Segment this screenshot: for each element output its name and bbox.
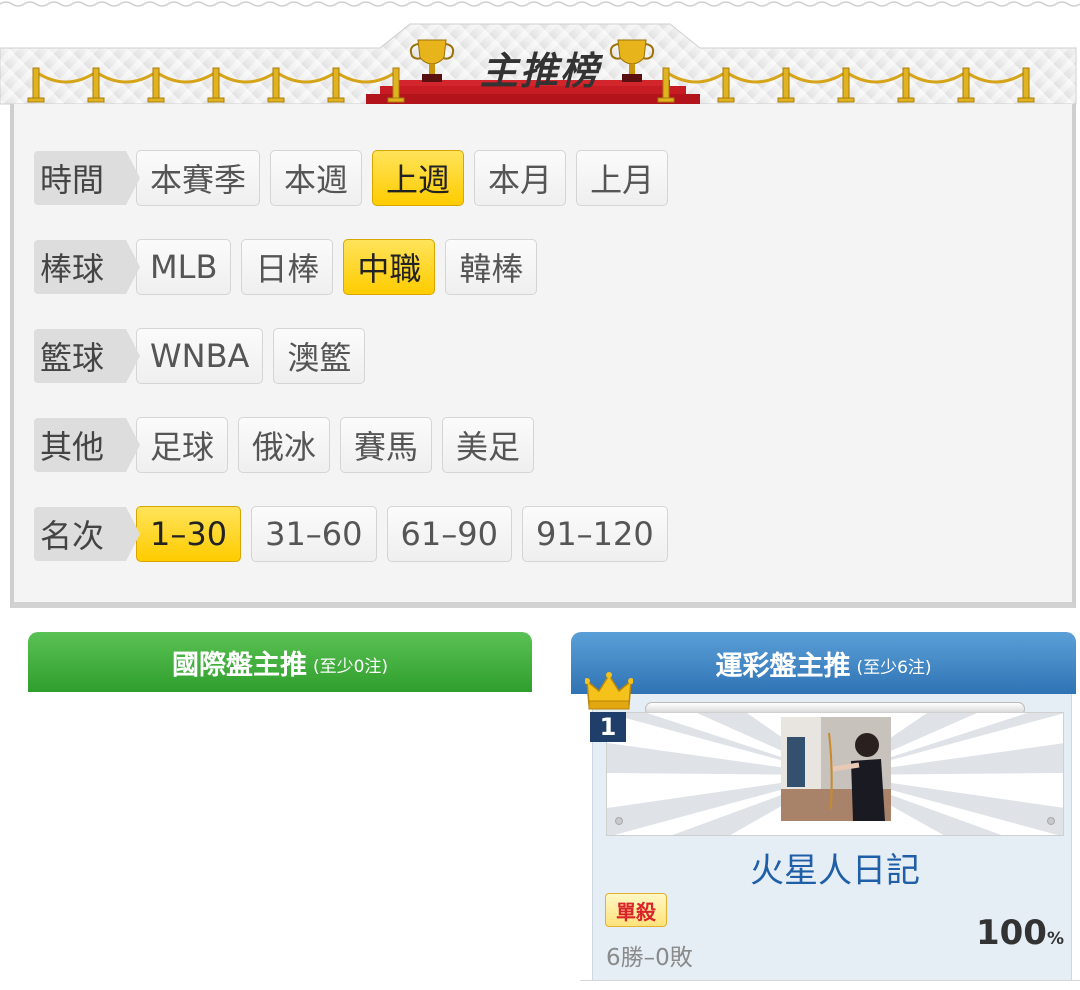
win-rate: 100% xyxy=(976,913,1064,953)
leaderboard-banner: 主推榜 xyxy=(0,0,1080,110)
status-badge: 單殺 xyxy=(605,893,667,927)
win-loss-record: 6勝–0敗 xyxy=(606,945,693,971)
filter-option-this-week[interactable]: 本週 xyxy=(270,150,363,206)
filter-row-time: 時間 本賽季 本週 上週 本月 上月 xyxy=(34,150,678,206)
filter-option-horse-racing[interactable]: 賽馬 xyxy=(340,417,433,473)
filter-option-rank-61-90[interactable]: 61–90 xyxy=(386,506,512,562)
filter-option-mlb[interactable]: MLB xyxy=(136,239,232,295)
filter-option-cpbl[interactable]: 中職 xyxy=(343,239,436,295)
rivet-icon xyxy=(615,817,623,825)
filter-label-time: 時間 xyxy=(34,151,140,205)
next-card-edge xyxy=(580,980,1080,990)
filter-option-rank-1-30[interactable]: 1–30 xyxy=(136,506,242,562)
win-rate-unit: % xyxy=(1046,929,1064,949)
filter-row-other: 其他 足球 俄冰 賽馬 美足 xyxy=(34,417,544,473)
filter-option-nbl[interactable]: 澳籃 xyxy=(273,328,366,384)
win-rate-value: 100 xyxy=(975,913,1047,953)
filter-panel: 時間 本賽季 本週 上週 本月 上月 棒球 MLB 日棒 中職 韓棒 籃球 WN… xyxy=(10,104,1076,608)
international-picks-subtitle: (至少0注) xyxy=(312,656,389,677)
filter-option-npb[interactable]: 日棒 xyxy=(241,239,334,295)
avatar xyxy=(781,717,891,821)
filter-option-rank-31-60[interactable]: 31–60 xyxy=(251,506,377,562)
filter-option-this-month[interactable]: 本月 xyxy=(474,150,567,206)
filter-row-rank: 名次 1–30 31–60 61–90 91–120 xyxy=(34,506,678,562)
international-picks-tab[interactable]: 國際盤主推 (至少0注) xyxy=(28,632,532,692)
lottery-picks-title: 運彩盤主推 xyxy=(715,650,851,682)
lottery-picks-subtitle: (至少6注) xyxy=(856,657,932,678)
crown-icon xyxy=(585,672,633,710)
international-picks-title: 國際盤主推 xyxy=(171,649,307,681)
filter-option-american-football[interactable]: 美足 xyxy=(442,417,535,473)
filter-option-last-week[interactable]: 上週 xyxy=(372,150,465,206)
rivet-icon xyxy=(1047,817,1055,825)
filter-label-basketball: 籃球 xyxy=(34,329,140,383)
avatar-frame xyxy=(606,712,1064,836)
filter-option-khl[interactable]: 俄冰 xyxy=(238,417,331,473)
lottery-picks-tab[interactable]: 運彩盤主推 (至少6注) xyxy=(571,632,1076,694)
filter-option-last-month[interactable]: 上月 xyxy=(576,150,669,206)
filter-label-baseball: 棒球 xyxy=(34,240,140,294)
filter-label-other: 其他 xyxy=(34,418,140,472)
filter-row-baseball: 棒球 MLB 日棒 中職 韓棒 xyxy=(34,239,547,295)
filter-option-soccer[interactable]: 足球 xyxy=(136,417,229,473)
rank-badge: 1 xyxy=(590,712,626,742)
user-name[interactable]: 火星人日記 xyxy=(606,843,1064,892)
filter-option-wnba[interactable]: WNBA xyxy=(136,328,264,384)
filter-label-rank: 名次 xyxy=(34,507,140,561)
banner-title: 主推榜 xyxy=(479,49,600,93)
filter-row-basketball: 籃球 WNBA 澳籃 xyxy=(34,328,375,384)
filter-option-rank-91-120[interactable]: 91–120 xyxy=(521,506,668,562)
filter-option-kbo[interactable]: 韓棒 xyxy=(445,239,538,295)
filter-option-this-season[interactable]: 本賽季 xyxy=(136,150,261,206)
